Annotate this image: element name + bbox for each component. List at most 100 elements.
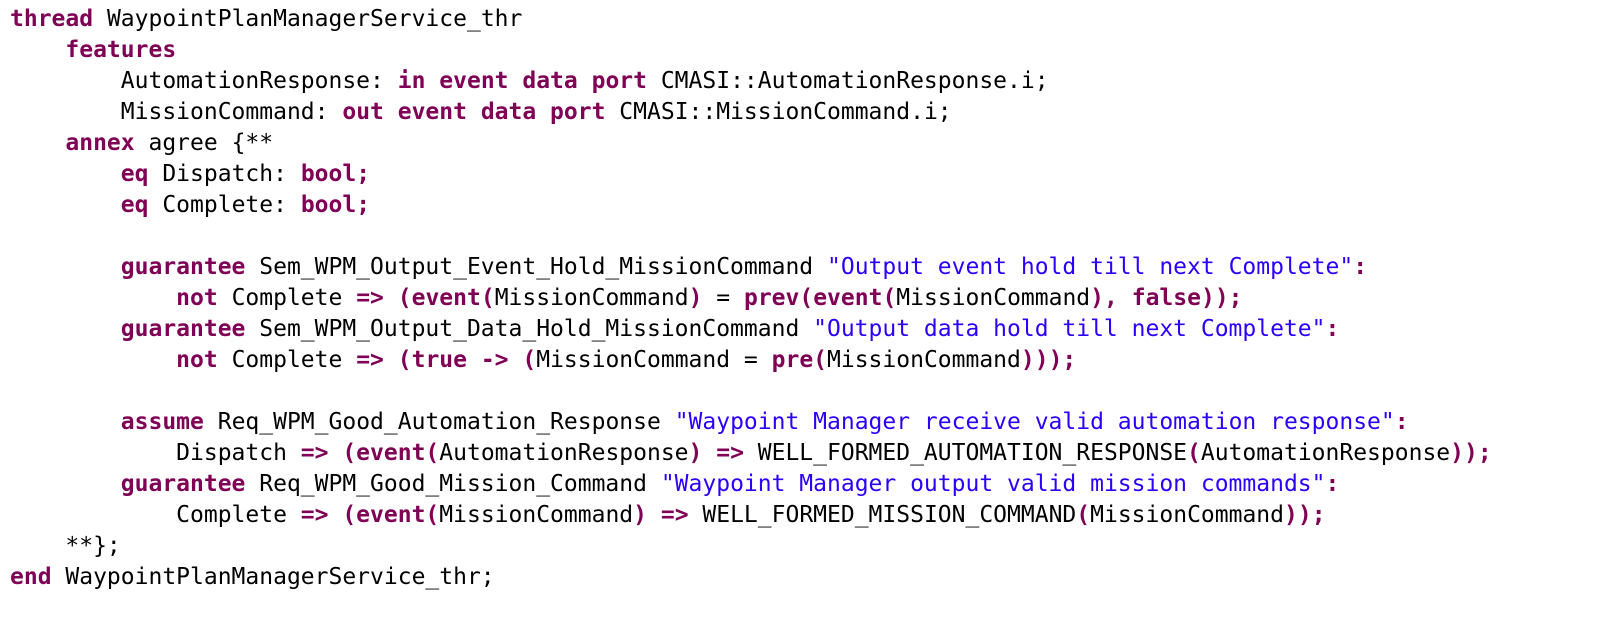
code-text: AutomationResponse:	[10, 68, 398, 94]
code-text: WELL_FORMED_AUTOMATION_RESPONSE	[743, 440, 1188, 466]
code-text: **};	[10, 533, 121, 559]
code-string: "Output event hold till next Complete"	[827, 254, 1354, 280]
code-line: guarantee Req_WPM_Good_Mission_Command "…	[10, 469, 1492, 500]
code-keyword: eq	[120, 192, 149, 218]
code-line: guarantee Sem_WPM_Output_Event_Hold_Miss…	[10, 252, 1492, 283]
code-text: AutomationResponse	[1200, 440, 1451, 466]
code-text: WaypointPlanManagerService_thr;	[51, 564, 495, 590]
code-keyword: bool;	[300, 161, 371, 187]
code-text: Complete	[217, 347, 357, 373]
code-string: "Output data hold till next Complete"	[813, 316, 1326, 342]
code-text: MissionCommand	[439, 502, 634, 528]
code-keyword: ));	[1284, 502, 1326, 528]
code-line: annex agree {**	[10, 128, 1492, 159]
code-text: MissionCommand	[494, 285, 689, 311]
code-line: end WaypointPlanManagerService_thr;	[10, 562, 1492, 593]
code-keyword: prev(event(	[743, 285, 897, 311]
code-keyword: end	[10, 564, 52, 590]
code-line: not Complete => (event(MissionCommand) =…	[10, 283, 1492, 314]
code-keyword: not	[176, 285, 218, 311]
code-string: "Waypoint Manager receive valid automati…	[674, 409, 1395, 435]
code-line: not Complete => (true -> (MissionCommand…	[10, 345, 1492, 376]
code-text: Dispatch	[10, 440, 301, 466]
code-keyword: bool;	[300, 192, 371, 218]
code-keyword: annex	[65, 130, 135, 156]
code-keyword: :	[1394, 409, 1409, 435]
code-text: =	[702, 285, 744, 311]
code-keyword: ),	[1090, 285, 1118, 311]
code-text: CMASI::MissionCommand.i;	[605, 99, 952, 125]
code-text: Complete	[10, 502, 301, 528]
code-text: MissionCommand	[1090, 502, 1285, 528]
code-keyword: (	[1076, 502, 1091, 528]
code-keyword: guarantee	[120, 471, 246, 497]
code-text: Dispatch:	[148, 161, 301, 187]
code-keyword: => (event(	[300, 440, 440, 466]
code-keyword: => (true -> (	[356, 347, 537, 373]
code-line: guarantee Sem_WPM_Output_Data_Hold_Missi…	[10, 314, 1492, 345]
code-text: Complete	[217, 285, 357, 311]
code-line: eq Dispatch: bool;	[10, 159, 1492, 190]
code-text: Sem_WPM_Output_Data_Hold_MissionCommand	[245, 316, 814, 342]
code-text: MissionCommand =	[536, 347, 772, 373]
code-text: Req_WPM_Good_Automation_Response	[203, 409, 675, 435]
code-line: features	[10, 35, 1492, 66]
code-keyword: :	[1353, 254, 1368, 280]
code-text: Req_WPM_Good_Mission_Command	[245, 471, 661, 497]
code-keyword: ) =>	[688, 440, 744, 466]
code-keyword: ) =>	[633, 502, 689, 528]
code-keyword: assume	[120, 409, 204, 435]
code-text: Sem_WPM_Output_Event_Hold_MissionCommand	[245, 254, 827, 280]
code-keyword: )));	[1020, 347, 1077, 373]
code-line: Dispatch => (event(AutomationResponse) =…	[10, 438, 1492, 469]
code-keyword: ));	[1450, 440, 1492, 466]
code-keyword: (	[1187, 440, 1201, 466]
code-keyword: guarantee	[120, 254, 246, 280]
code-keyword: in event data port	[397, 68, 647, 94]
code-text: WELL_FORMED_MISSION_COMMAND	[688, 502, 1077, 528]
code-text: AutomationResponse	[439, 440, 689, 466]
code-string: "Waypoint Manager output valid mission c…	[660, 471, 1326, 497]
code-keyword: => (event(	[356, 285, 495, 311]
code-keyword: => (event(	[300, 502, 440, 528]
code-text: CMASI::AutomationResponse.i;	[646, 68, 1049, 94]
code-listing: thread WaypointPlanManagerService_thr fe…	[10, 4, 1492, 593]
code-text: MissionCommand:	[10, 99, 343, 125]
code-keyword: pre(	[771, 347, 828, 373]
code-keyword: out event data port	[342, 99, 606, 125]
code-text: MissionCommand	[896, 285, 1091, 311]
code-line: AutomationResponse: in event data port C…	[10, 66, 1492, 97]
code-text: agree {**	[134, 130, 274, 156]
code-keyword: thread	[10, 6, 94, 32]
code-text: MissionCommand	[827, 347, 1021, 373]
code-line: thread WaypointPlanManagerService_thr	[10, 4, 1492, 35]
code-line: Complete => (event(MissionCommand) => WE…	[10, 500, 1492, 531]
code-keyword: eq	[120, 161, 149, 187]
code-keyword: :	[1325, 471, 1340, 497]
code-text: WaypointPlanManagerService_thr	[93, 6, 523, 32]
code-line: eq Complete: bool;	[10, 190, 1492, 221]
code-line: assume Req_WPM_Good_Automation_Response …	[10, 407, 1492, 438]
code-keyword: features	[65, 37, 177, 63]
code-line: MissionCommand: out event data port CMAS…	[10, 97, 1492, 128]
code-keyword: not	[176, 347, 218, 373]
code-keyword: false));	[1131, 285, 1243, 311]
code-keyword: :	[1325, 316, 1340, 342]
code-keyword: guarantee	[120, 316, 246, 342]
code-text: Complete:	[148, 192, 301, 218]
code-keyword: )	[688, 285, 703, 311]
code-line: **};	[10, 531, 1492, 562]
